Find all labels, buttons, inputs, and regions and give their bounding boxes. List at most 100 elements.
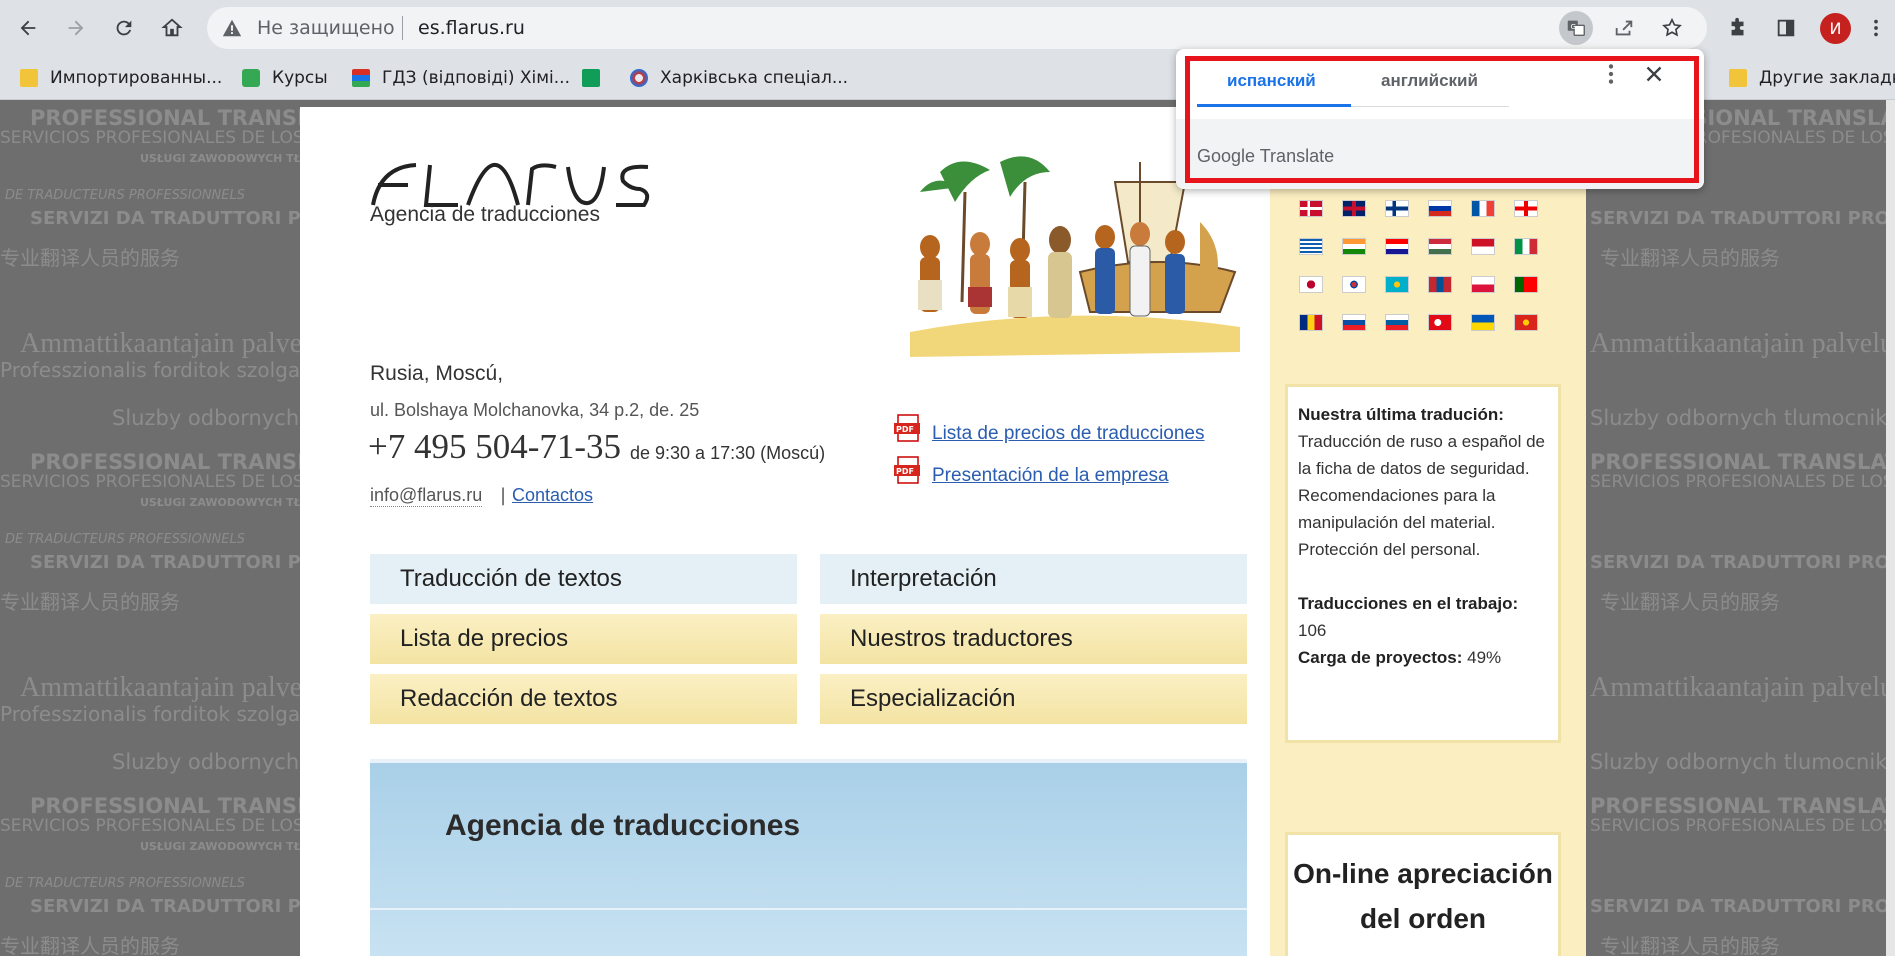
bookmark-courses[interactable]: Курсы — [242, 64, 328, 92]
address-street: ul. Bolshaya Molchanovka, 34 p.2, de. 25 — [370, 400, 700, 420]
greece-flag-icon[interactable] — [1299, 238, 1323, 255]
menu-button[interactable] — [1858, 10, 1894, 46]
star-icon — [1662, 17, 1682, 37]
menu-price-list[interactable]: Lista de precios — [370, 614, 797, 664]
uk-flag-icon[interactable] — [1342, 200, 1366, 217]
india-flag-icon[interactable] — [1342, 238, 1366, 255]
russia-flag-icon[interactable] — [1428, 200, 1452, 217]
watermark-text: Ammattikaantajain palvelut — [20, 672, 332, 703]
portugal-flag-icon[interactable] — [1514, 276, 1538, 293]
finland-flag-icon[interactable] — [1385, 200, 1409, 217]
korea-flag-icon[interactable] — [1342, 276, 1366, 293]
slovenia-flag-icon[interactable] — [1385, 314, 1409, 331]
denmark-flag-icon[interactable] — [1299, 200, 1323, 217]
bookmark-sheets[interactable] — [582, 64, 600, 92]
classroom-icon — [242, 69, 260, 87]
site-favicon-icon — [630, 69, 648, 87]
turkey-flag-icon[interactable] — [1428, 314, 1452, 331]
reload-button[interactable] — [106, 10, 142, 46]
hungary-flag-icon[interactable] — [1428, 238, 1452, 255]
sidebar: Nuestra última tradución: Traducción de … — [1270, 107, 1586, 956]
pdf-icon: PDF — [894, 456, 920, 484]
scrollbar[interactable] — [1886, 100, 1895, 956]
address-bar[interactable]: Не защищено es.flarus.ru G — [207, 7, 1707, 49]
profile-avatar[interactable]: И — [1820, 13, 1851, 44]
ukraine-flag-icon[interactable] — [1471, 314, 1495, 331]
arrow-left-icon — [20, 20, 36, 36]
svg-text:PDF: PDF — [896, 425, 914, 434]
poland-flag-icon[interactable] — [1471, 276, 1495, 293]
forward-button[interactable] — [58, 10, 94, 46]
watermark-text: 专业翻译人员的服务 — [0, 934, 180, 956]
italy-flag-icon[interactable] — [1514, 238, 1538, 255]
slovakia-flag-icon[interactable] — [1342, 314, 1366, 331]
japan-flag-icon[interactable] — [1299, 276, 1323, 293]
back-button[interactable] — [10, 10, 46, 46]
divider — [370, 908, 1247, 910]
close-icon[interactable] — [1641, 61, 1667, 87]
browser-toolbar: Не защищено es.flarus.ru G И — [0, 0, 1895, 56]
share-button[interactable] — [1607, 11, 1641, 45]
bookmark-label: Харківська спеціал... — [660, 68, 849, 88]
menu-copywriting[interactable]: Redacción de textos — [370, 674, 797, 724]
menu-specialization[interactable]: Especialización — [820, 674, 1247, 724]
extensions-button[interactable] — [1720, 10, 1756, 46]
share-icon — [1615, 20, 1633, 36]
brand-google: Google — [1197, 146, 1256, 166]
france-flag-icon[interactable] — [1471, 200, 1495, 217]
watermark-text: SERVIZI DA TRADUTTORI PROFESSIONISTI — [1590, 552, 1895, 573]
bookmark-label: Курсы — [272, 68, 328, 88]
translate-page-button[interactable]: G — [1559, 11, 1593, 45]
croatia-flag-icon[interactable] — [1385, 238, 1409, 255]
bookmark-label: ГДЗ (відповіді) Хімі... — [382, 68, 570, 88]
bookmark-other-folder[interactable]: Другие закладки — [1729, 64, 1895, 92]
kazakhstan-flag-icon[interactable] — [1385, 276, 1409, 293]
divider: | — [500, 485, 507, 506]
contacts-link[interactable]: Contactos — [512, 485, 593, 506]
bookmark-kharkiv[interactable]: Харківська спеціал... — [630, 64, 848, 92]
svg-text:PDF: PDF — [896, 467, 914, 476]
translate-popup: испанский английский Google Translate — [1176, 49, 1704, 189]
watermark-text: Ammattikaantajain palvelut — [1590, 328, 1895, 359]
mongolia-flag-icon[interactable] — [1428, 276, 1452, 293]
security-status[interactable]: Не защищено — [257, 17, 395, 39]
georgia-flag-icon[interactable] — [1514, 200, 1538, 217]
bookmark-folder-imported[interactable]: Импортированны... — [20, 64, 222, 92]
side-panel-button[interactable] — [1768, 10, 1804, 46]
svg-text:G: G — [1571, 22, 1577, 31]
online-estimate-card[interactable]: On-line apreciación del orden — [1288, 835, 1558, 956]
project-load-label: Carga de proyectos: — [1298, 648, 1463, 667]
email-link[interactable]: info@flarus.ru — [370, 485, 483, 507]
watermark-text: DE TRADUCTEURS PROFESSIONNELS — [5, 188, 245, 203]
watermark-text: 专业翻译人员的服务 — [1600, 246, 1780, 270]
menu-our-translators[interactable]: Nuestros traductores — [820, 614, 1247, 664]
tab-source-language[interactable]: испанский — [1227, 71, 1316, 91]
vietnam-flag-icon[interactable] — [1514, 314, 1538, 331]
menu-interpretation[interactable]: Interpretación — [820, 554, 1247, 604]
google-translate-brand: Google Translate — [1197, 146, 1334, 167]
url-text[interactable]: es.flarus.ru — [418, 17, 525, 39]
books-icon — [352, 69, 370, 87]
menu-text-translation[interactable]: Traducción de textos — [370, 554, 797, 604]
bookmark-gdz[interactable]: ГДЗ (відповіді) Хімі... — [352, 64, 570, 92]
price-list-pdf-link[interactable]: Lista de precios de traducciones — [932, 423, 1205, 445]
divider — [402, 16, 403, 40]
in-work-label: Traducciones en el trabajo: — [1298, 594, 1519, 613]
latest-translation-title: Nuestra última tradución: — [1298, 405, 1504, 424]
address-city: Rusia, Moscú, — [370, 362, 504, 385]
phone-number[interactable]: +7 495 504-71-35 — [368, 427, 621, 467]
romania-flag-icon[interactable] — [1299, 314, 1323, 331]
tab-target-language[interactable]: английский — [1381, 71, 1478, 91]
watermark-text: Ammattikaantajain palvelut — [20, 328, 332, 359]
office-hours: de 9:30 a 17:30 (Moscú) — [630, 443, 826, 463]
page-content: Agencia de traducciones Rusia, Moscú, ul… — [300, 107, 1586, 956]
company-presentation-pdf-link[interactable]: Presentación de la empresa — [932, 465, 1169, 487]
indonesia-flag-icon[interactable] — [1471, 238, 1495, 255]
watermark-text: SERVICIOS PROFESIONALES DE LOS TRADUCTOR… — [1590, 472, 1895, 492]
folder-icon — [20, 69, 38, 87]
latest-translation-card: Nuestra última tradución: Traducción de … — [1288, 387, 1558, 740]
more-vertical-icon[interactable] — [1598, 61, 1624, 87]
flarus-logo[interactable] — [368, 157, 668, 207]
home-button[interactable] — [154, 10, 190, 46]
bookmark-star-button[interactable] — [1655, 11, 1689, 45]
